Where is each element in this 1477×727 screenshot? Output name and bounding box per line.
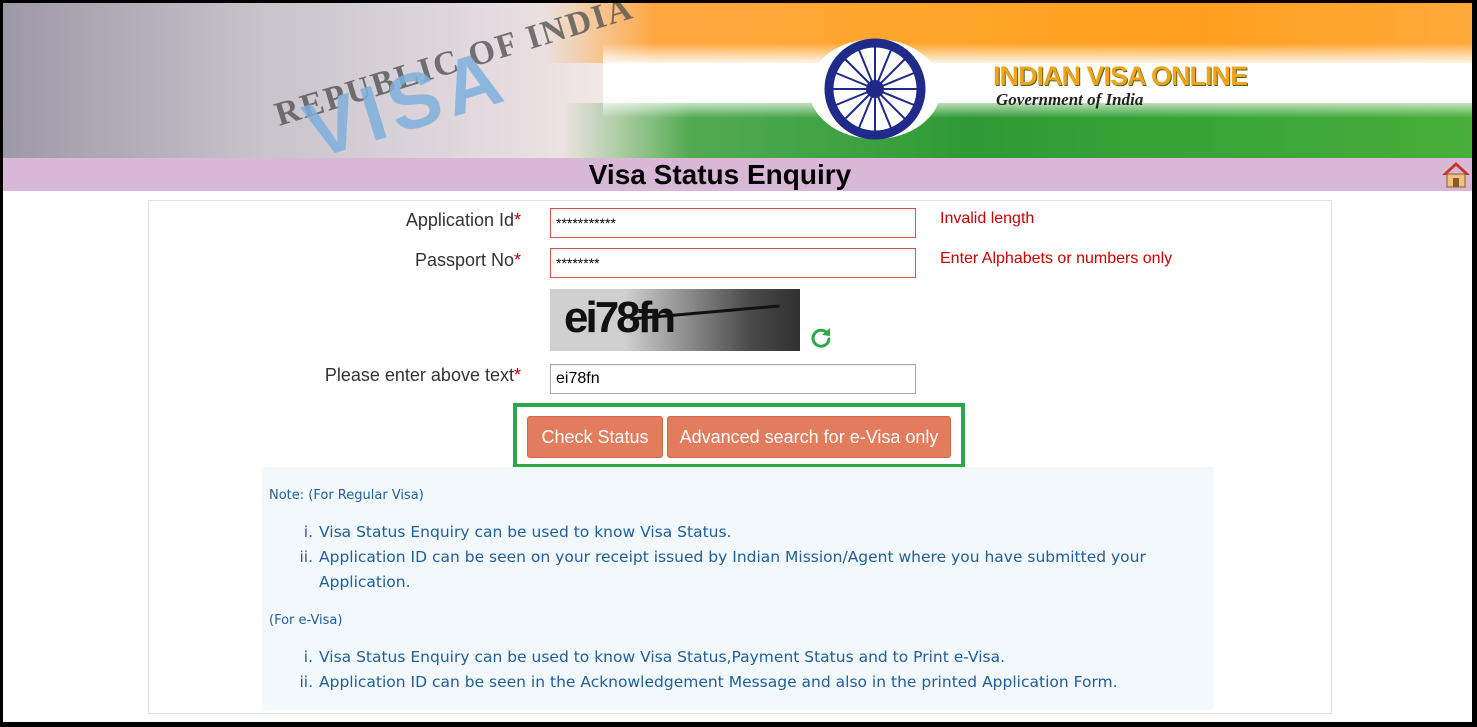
notes-box: Note: (For Regular Visa) i. Visa Status E… [262,467,1214,710]
captcha-input[interactable]: ei78fn [550,364,916,394]
advanced-search-evisa-button[interactable]: Advanced search for e-Visa only [667,416,951,458]
list-item: ii. Application ID can be seen on your re… [299,548,1146,591]
captcha-image: ei78fn [550,289,800,351]
evisa-note-heading: (For e-Visa) [269,613,343,628]
required-mark: * [513,210,521,230]
page-frame: REPUBLIC OF INDIA VISA INDIAN VISA ONLIN… [3,3,1472,722]
refresh-icon[interactable] [809,325,833,349]
list-item: i. Visa Status Enquiry can be used to kno… [303,648,1006,666]
check-status-button[interactable]: Check Status [527,416,663,458]
application-id-label: Application Id* [405,210,521,230]
site-subtitle: Government of India [996,90,1144,109]
regular-visa-note-heading: Note: (For Regular Visa) [269,488,424,503]
banner-visa-word: VISA [294,30,518,158]
site-name: INDIAN VISA ONLINE [993,61,1248,91]
evisa-note-list: i. Visa Status Enquiry can be used to kno… [299,645,1199,695]
regular-visa-note-list: i. Visa Status Enquiry can be used to kno… [299,520,1199,595]
application-id-error: Invalid length [940,210,1035,227]
title-bar: Visa Status Enquiry [3,158,1472,191]
passport-no-error: Enter Alphabets or numbers only [940,250,1173,267]
home-icon[interactable] [1441,160,1471,188]
list-item: ii. Application ID can be seen in the Ack… [299,673,1118,691]
passport-no-input[interactable]: ******** [550,248,916,278]
required-mark: * [513,365,521,385]
ashoka-chakra-logo [809,38,941,140]
passport-no-label: Passport No* [414,250,521,270]
required-mark: * [513,250,521,270]
captcha-input-label: Please enter above text* [324,365,521,385]
page-title: Visa Status Enquiry [588,159,852,190]
application-id-input[interactable]: *********** [550,208,916,238]
header-banner: REPUBLIC OF INDIA VISA INDIAN VISA ONLIN… [3,3,1472,158]
list-item: i. Visa Status Enquiry can be used to kno… [303,523,732,541]
